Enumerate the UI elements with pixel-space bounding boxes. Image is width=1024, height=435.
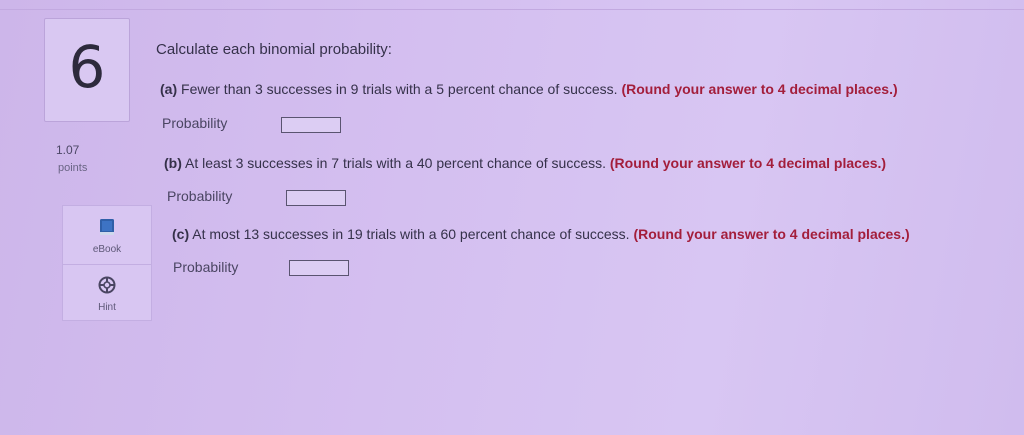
part-a-answer-label: Probability (162, 115, 228, 131)
hint-label: Hint (98, 302, 116, 313)
part-a-answer-input[interactable] (281, 117, 341, 133)
hint-button[interactable]: Hint (63, 276, 151, 313)
ebook-label: eBook (92, 244, 122, 255)
part-c-answer-input[interactable] (289, 260, 349, 276)
question-number-box: 6 (44, 18, 130, 122)
tools-panel: eBook Hint (62, 205, 152, 321)
part-a-rounding: (Round your answer to 4 decimal places.) (621, 81, 898, 97)
points-label: points (58, 162, 88, 174)
ebook-button[interactable]: eBook (63, 218, 151, 255)
question-prompt: Calculate each binomial probability: (156, 41, 392, 58)
book-icon (98, 218, 116, 241)
part-c-rounding: (Round your answer to 4 decimal places.) (633, 226, 910, 242)
lifebuoy-icon (98, 276, 116, 299)
part-b: (b) At least 3 successes in 7 trials wit… (164, 155, 886, 171)
part-c: (c) At most 13 successes in 19 trials wi… (172, 226, 910, 242)
part-c-answer-label: Probability (173, 259, 239, 275)
part-c-text: At most 13 successes in 19 trials with a… (192, 226, 630, 242)
points-value: 1.07 (56, 143, 80, 157)
question-number: 6 (68, 33, 106, 101)
part-b-answer-label: Probability (167, 188, 233, 204)
part-a: (a) Fewer than 3 successes in 9 trials w… (160, 81, 898, 97)
part-b-answer-input[interactable] (286, 190, 346, 206)
part-b-text: At least 3 successes in 7 trials with a … (185, 155, 606, 171)
tools-divider (63, 264, 151, 265)
part-b-rounding: (Round your answer to 4 decimal places.) (609, 155, 887, 171)
part-a-text: Fewer than 3 successes in 9 trials with … (181, 81, 618, 97)
part-a-letter: (a) (160, 81, 178, 97)
top-divider (0, 9, 1024, 10)
part-c-letter: (c) (172, 226, 190, 242)
part-b-letter: (b) (164, 155, 182, 171)
